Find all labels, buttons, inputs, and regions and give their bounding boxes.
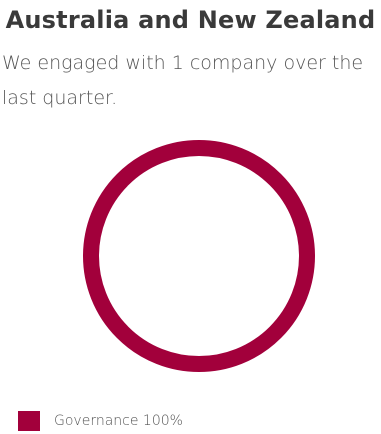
- chart-description: We engaged with 1 company over the last …: [2, 52, 364, 109]
- chart-legend: Governance 100%: [18, 411, 183, 431]
- donut-slice-governance: [83, 140, 315, 372]
- donut-chart: [83, 140, 315, 372]
- legend-swatch-governance: [18, 411, 40, 431]
- donut-slices: [83, 140, 315, 372]
- legend-label-governance: Governance 100%: [54, 413, 183, 429]
- chart-title: Australia and New Zealand: [5, 6, 376, 34]
